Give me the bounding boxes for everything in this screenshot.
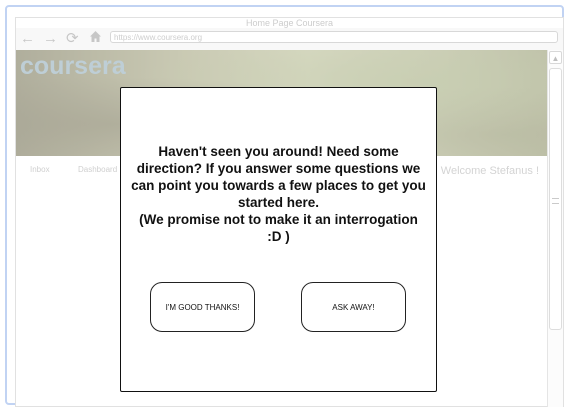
onboarding-dialog: Haven't seen you around! Need some direc… xyxy=(120,87,437,392)
dialog-message: Haven't seen you around! Need some direc… xyxy=(131,144,426,244)
ask-away-button[interactable]: ASK AWAY! xyxy=(301,282,406,332)
decline-button[interactable]: I'M GOOD THANKS! xyxy=(150,282,255,332)
